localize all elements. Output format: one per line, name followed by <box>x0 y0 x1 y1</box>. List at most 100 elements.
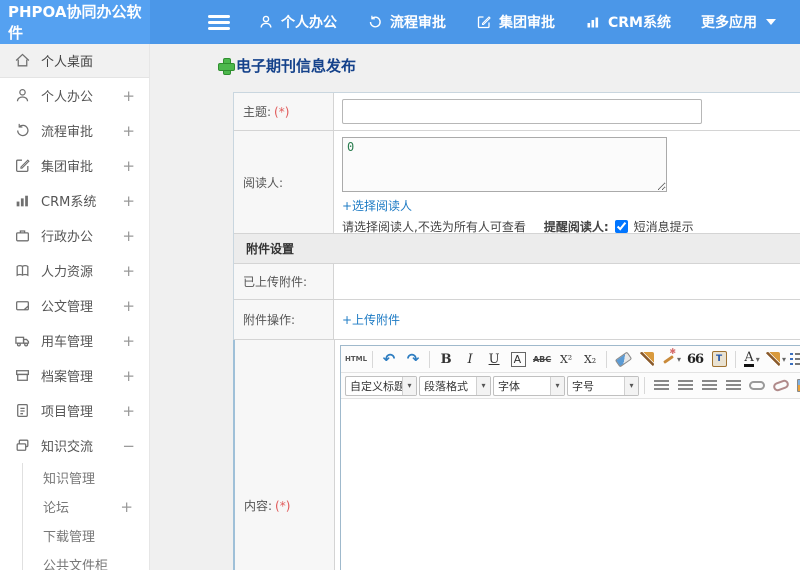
eraser-button[interactable] <box>612 349 634 370</box>
sidebar-item-personal-desktop[interactable]: 个人桌面 <box>0 44 149 78</box>
insert-link-button[interactable] <box>746 375 768 396</box>
rich-text-editor: HTML ↶ ↷ B I U A ABC X² X₂ ✱ ▾ 66 T A ▾ … <box>340 345 800 570</box>
eraser-icon <box>614 351 632 367</box>
sidebar-item-human-resources[interactable]: 人力资源 + <box>0 253 149 288</box>
sidebar-item-archive-management[interactable]: 档案管理 + <box>0 358 149 393</box>
sidebar-item-download-management[interactable]: 下载管理 <box>23 521 149 550</box>
italic-button[interactable]: I <box>459 349 481 370</box>
sidebar-item-personal-office[interactable]: 个人办公 + <box>0 78 149 113</box>
sidebar-item-project-management[interactable]: 项目管理 + <box>0 393 149 428</box>
subscript-button[interactable]: X₂ <box>579 349 601 370</box>
person-icon <box>14 87 31 104</box>
uploaded-attachments-row: 已上传附件: <box>234 264 800 300</box>
insert-image-button[interactable] <box>794 375 800 396</box>
highlighter-icon <box>766 352 781 366</box>
person-icon <box>258 14 274 30</box>
expand-icon[interactable]: + <box>122 262 135 280</box>
bold-button[interactable]: B <box>435 349 457 370</box>
publish-form: 主题: (*) 阅读人: 0 +选择阅读人 请选择阅读人,不选为所有人可查看 提… <box>233 92 800 570</box>
collapse-icon[interactable]: − <box>122 437 135 455</box>
font-style-button[interactable]: A <box>507 349 529 370</box>
font-color-button[interactable]: A ▾ <box>741 349 763 370</box>
home-icon <box>14 52 31 69</box>
sidebar-item-document-management[interactable]: 公文管理 + <box>0 288 149 323</box>
align-right-icon <box>701 379 717 392</box>
layers-icon <box>14 437 31 454</box>
ordered-list-icon <box>790 353 800 365</box>
align-right-button[interactable] <box>698 375 720 396</box>
document-icon <box>14 402 31 419</box>
unlink-icon <box>771 378 791 393</box>
format-clean-button[interactable] <box>636 349 658 370</box>
edit-icon <box>476 14 492 30</box>
history-icon <box>14 122 31 139</box>
nav-crm-system[interactable]: CRM系统 <box>585 12 671 32</box>
chevron-down-icon: ▾ <box>402 376 416 395</box>
readers-textarea[interactable]: 0 <box>342 137 667 192</box>
superscript-button[interactable]: X² <box>555 349 577 370</box>
expand-icon[interactable]: + <box>122 367 135 385</box>
nav-more-apps[interactable]: 更多应用 <box>701 12 776 32</box>
attachment-section-header: 附件设置 <box>234 234 800 264</box>
expand-icon[interactable]: + <box>120 498 133 516</box>
select-readers-link[interactable]: +选择阅读人 <box>342 199 412 213</box>
hamburger-menu-icon[interactable] <box>208 12 230 33</box>
sms-remind-checkbox[interactable] <box>614 220 628 233</box>
justify-button[interactable] <box>722 375 744 396</box>
font-family-select[interactable]: 字体 ▾ <box>493 375 565 396</box>
briefcase-icon <box>14 227 31 244</box>
font-size-select[interactable]: 字号 ▾ <box>567 375 639 396</box>
justify-icon <box>725 379 741 392</box>
nav-workflow-approval[interactable]: 流程审批 <box>367 12 446 32</box>
sidebar-item-forum[interactable]: 论坛 + <box>23 492 149 521</box>
custom-heading-select[interactable]: 自定义标题 ▾ <box>345 375 417 396</box>
chevron-down-icon: ▾ <box>624 376 638 395</box>
sidebar-item-knowledge-exchange[interactable]: 知识交流 − <box>0 428 149 463</box>
expand-icon[interactable]: + <box>122 227 135 245</box>
expand-icon[interactable]: + <box>122 192 135 210</box>
html-source-button[interactable]: HTML <box>345 349 367 370</box>
sidebar-item-public-file-cabinet[interactable]: 公共文件柜 <box>23 550 149 570</box>
redo-button[interactable]: ↷ <box>402 349 424 370</box>
highlight-color-button[interactable]: ▾ <box>765 349 787 370</box>
paragraph-format-select[interactable]: 段落格式 ▾ <box>419 375 491 396</box>
subject-label: 主题: (*) <box>234 93 334 130</box>
upload-attachment-link[interactable]: +上传附件 <box>342 311 400 328</box>
top-nav: 个人办公 流程审批 集团审批 CRM系统 更多应用 <box>258 12 776 32</box>
remove-link-button[interactable] <box>770 375 792 396</box>
ordered-list-button[interactable]: ▾ <box>789 349 800 370</box>
underline-button[interactable]: U <box>483 349 505 370</box>
required-mark: (*) <box>275 498 291 513</box>
align-left-icon <box>653 379 669 392</box>
sms-remind-label: 短消息提示 <box>633 220 694 234</box>
sidebar-item-crm-system[interactable]: CRM系统 + <box>0 183 149 218</box>
subject-row: 主题: (*) <box>234 93 800 131</box>
readers-row: 阅读人: 0 +选择阅读人 请选择阅读人,不选为所有人可查看 提醒阅读人: 短消… <box>234 131 800 234</box>
nav-group-approval[interactable]: 集团审批 <box>476 12 555 32</box>
required-mark: (*) <box>274 104 290 119</box>
auto-typeset-button[interactable]: ▾ <box>660 347 682 370</box>
paste-as-text-button[interactable]: T <box>708 349 730 370</box>
nav-personal-office[interactable]: 个人办公 <box>258 12 337 32</box>
subject-input[interactable] <box>342 99 702 124</box>
sidebar-item-group-approval[interactable]: 集团审批 + <box>0 148 149 183</box>
expand-icon[interactable]: + <box>122 402 135 420</box>
expand-icon[interactable]: + <box>122 87 135 105</box>
strikethrough-button[interactable]: ABC <box>531 349 553 370</box>
expand-icon[interactable]: + <box>122 157 135 175</box>
undo-button[interactable]: ↶ <box>378 349 400 370</box>
align-left-button[interactable] <box>650 375 672 396</box>
sidebar-item-workflow-approval[interactable]: 流程审批 + <box>0 113 149 148</box>
expand-icon[interactable]: + <box>122 332 135 350</box>
add-icon <box>218 58 235 75</box>
align-center-button[interactable] <box>674 375 696 396</box>
page-title: 电子期刊信息发布 <box>218 55 356 76</box>
editor-content-area[interactable] <box>341 399 800 570</box>
expand-icon[interactable]: + <box>122 297 135 315</box>
sidebar-item-admin-office[interactable]: 行政办公 + <box>0 218 149 253</box>
sidebar-item-vehicle-management[interactable]: 用车管理 + <box>0 323 149 358</box>
sidebar-item-knowledge-management[interactable]: 知识管理 <box>23 463 149 492</box>
expand-icon[interactable]: + <box>122 122 135 140</box>
blockquote-button[interactable]: 66 <box>684 349 706 370</box>
attachment-operations-label: 附件操作: <box>234 300 334 339</box>
